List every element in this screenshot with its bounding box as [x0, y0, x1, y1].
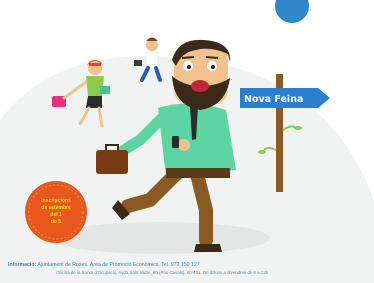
badge-line-2: de setembre: [41, 205, 71, 211]
info-label: Informació:: [8, 262, 37, 268]
job-poster: Ocupació Nova Feina Inscripcions de sete…: [0, 0, 374, 283]
poster-illustration: Ocupació Nova Feina Inscripcions de sete…: [0, 0, 374, 283]
briefcase: [96, 150, 128, 174]
badge-line-3: del 1: [50, 212, 62, 218]
info-line: Informació: Ajuntament de Roses. Àrea de…: [8, 262, 370, 268]
phone: [172, 136, 179, 148]
corner-badge-text: Ocupació: [312, 5, 340, 11]
info-text: Ajuntament de Roses. Àrea de Promoció Ec…: [37, 262, 200, 268]
badge-line-1: Inscripcions: [41, 198, 71, 204]
registration-badge: Inscripcions de setembre del 1 de 5: [25, 181, 87, 243]
badge-line-4: de 5: [51, 219, 61, 225]
sign-text: Nova Feina: [244, 94, 303, 105]
info-line-2: Oficina de la Xarxa d'Ocupació, Avda San…: [56, 270, 269, 275]
